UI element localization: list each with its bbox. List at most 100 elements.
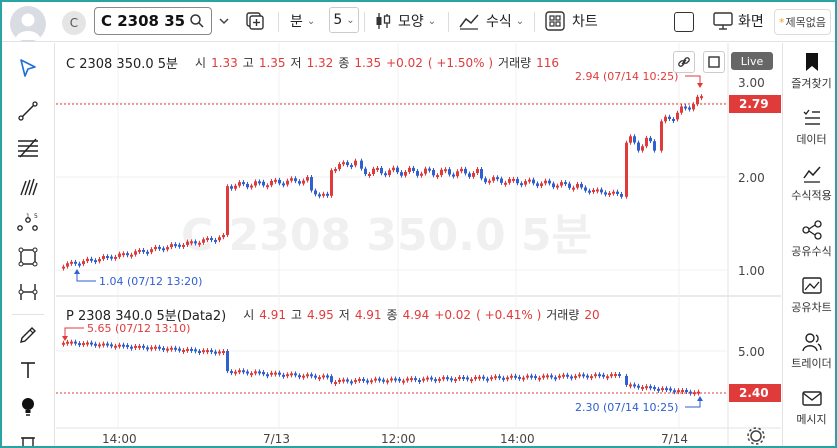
checkbox-toggle[interactable] [674, 12, 694, 32]
measure-tool[interactable] [15, 279, 41, 305]
candle [66, 341, 69, 344]
chart-shape-button[interactable]: 모양 ⌄ [374, 7, 436, 35]
elliott-wave-tool[interactable]: 15 [15, 210, 41, 236]
interval-unit-select[interactable]: 분 ⌄ [290, 7, 315, 35]
formula-chart-icon [802, 166, 821, 183]
candle [330, 170, 333, 196]
candle [516, 178, 519, 184]
candle [444, 169, 447, 172]
fib-tool[interactable] [15, 135, 41, 161]
brush-tool[interactable] [15, 322, 41, 348]
candle [580, 183, 583, 188]
candle [436, 175, 439, 178]
close-label: 종 [386, 308, 398, 322]
screen-button[interactable]: 화면 [712, 7, 764, 35]
candle [430, 377, 433, 380]
candle [518, 376, 521, 379]
candle [542, 375, 545, 378]
sidebar-item-data[interactable]: 데이터 [783, 105, 835, 157]
candle [242, 370, 245, 373]
x-tick-label: 7/14 [661, 432, 688, 446]
x-tick-label: 12:00 [381, 432, 416, 446]
text-tool[interactable] [15, 357, 41, 383]
live-badge[interactable]: Live [731, 52, 773, 70]
candle [582, 374, 585, 377]
svg-text:1: 1 [26, 213, 30, 220]
candle [649, 137, 652, 142]
main-title: C 2308 350.0 5분 [66, 57, 179, 72]
candle [306, 374, 309, 377]
candle [66, 263, 69, 267]
indicator-button[interactable]: 수식 ⌄ [458, 7, 524, 35]
trend-line-tool[interactable] [15, 98, 41, 124]
sidebar-item-shared-formula[interactable]: 공유수식 [783, 217, 835, 269]
interval-value-select[interactable]: 5 ⌄ [329, 7, 359, 33]
price-chart[interactable]: C 2308 350.0 5분 3.00 2.00 1.00 5.00 2.79… [56, 43, 781, 448]
candle [162, 348, 165, 351]
chart-settings-button[interactable] [747, 427, 765, 445]
top-toolbar: C C 2308 35 분 ⌄ 5 ⌄ 모양 ⌄ 수식 ⌄ 차트 화면 * 제목… [2, 2, 835, 42]
candle [612, 191, 615, 194]
candle [358, 378, 361, 381]
candle [414, 378, 417, 381]
maximize-pane-button[interactable] [703, 51, 725, 73]
chevron-down-icon: ⌄ [515, 15, 525, 27]
symbol-search-input[interactable]: C 2308 35 [94, 7, 212, 35]
candle [294, 178, 297, 182]
symbol-type-badge[interactable]: C [62, 11, 86, 35]
candle [82, 343, 85, 346]
candle [496, 177, 499, 180]
symbol-dropdown-button[interactable] [218, 7, 230, 35]
candle [146, 347, 149, 350]
low-marker-sub: 2.30 (07/14 10:25) [575, 401, 678, 414]
candle [641, 146, 644, 151]
idea-tool[interactable] [15, 393, 41, 419]
candle [560, 182, 563, 186]
candle [202, 350, 205, 353]
candle [218, 237, 221, 241]
square-icon [708, 56, 720, 68]
candle [408, 167, 411, 172]
high-value: 4.95 [307, 307, 334, 322]
sidebar-item-favorites[interactable]: 즐겨찾기 [783, 49, 835, 101]
candle [536, 183, 539, 187]
candle [392, 167, 395, 171]
chart-layout-button[interactable]: 차트 [544, 7, 598, 35]
candle [428, 168, 431, 171]
shape-label: 모양 [398, 14, 424, 30]
main-legend: C 2308 350.0 5분 시 1.33 고 1.35 저 1.32 종 1.35 … [66, 53, 559, 73]
indicator-chart-icon [459, 14, 479, 30]
candle [524, 181, 527, 185]
sidebar-item-shared-chart[interactable]: 공유차트 [783, 273, 835, 325]
trash-tool[interactable] [15, 431, 41, 446]
chart-area[interactable]: C 2308 350.0 5분 3.00 2.00 1.00 5.00 2.79… [56, 43, 781, 448]
candle [484, 178, 487, 183]
candle [464, 168, 467, 174]
candle [318, 377, 321, 380]
low-value: 4.91 [354, 307, 382, 322]
candle [134, 345, 137, 348]
sidebar-item-apply-formula[interactable]: 수식적용 [783, 161, 835, 213]
candle [390, 378, 393, 381]
pitchfork-tool[interactable] [15, 173, 41, 199]
cursor-tool[interactable] [15, 55, 41, 81]
gear-icon [750, 430, 762, 442]
layout-name-button[interactable]: * 제목없음 [774, 9, 831, 35]
rectangle-tool[interactable] [15, 244, 41, 270]
candle [250, 185, 253, 188]
candle [322, 193, 325, 196]
user-avatar[interactable] [10, 6, 46, 42]
candle [544, 180, 547, 184]
candle [298, 181, 301, 184]
candle [538, 377, 541, 380]
candle [396, 167, 399, 173]
candle [190, 348, 193, 351]
bookmark-icon [805, 53, 818, 71]
link-chart-button[interactable] [673, 51, 695, 73]
range-measure-icon [18, 284, 38, 300]
add-symbol-button[interactable] [244, 7, 266, 35]
close-value: 4.94 [402, 307, 430, 322]
sidebar-item-trader[interactable]: 트레이더 [783, 329, 835, 381]
candle [286, 374, 289, 377]
sidebar-item-messages[interactable]: 메시지 [783, 385, 835, 437]
